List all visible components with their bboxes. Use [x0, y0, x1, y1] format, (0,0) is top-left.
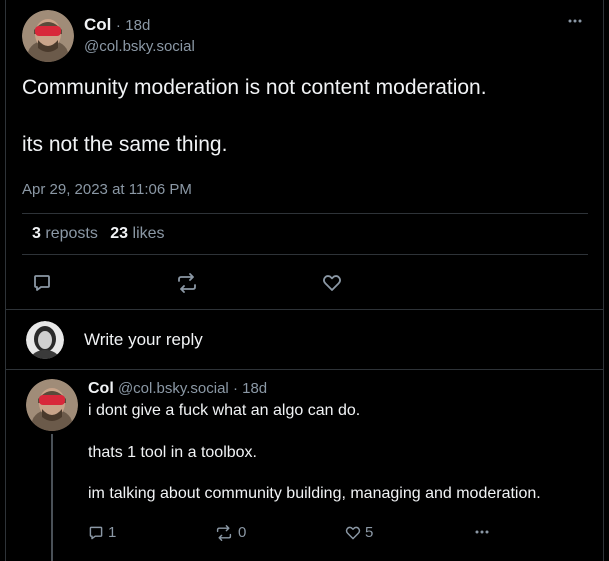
composer-divider-top — [6, 309, 603, 310]
post-header: Col · 18d — [84, 15, 150, 35]
reply-author-avatar[interactable] — [26, 379, 78, 431]
reposts-count: 3 — [32, 225, 41, 242]
post-timestamp: Apr 29, 2023 at 11:06 PM — [22, 181, 192, 198]
repost-icon[interactable] — [175, 273, 199, 293]
post-text-line-2: its not the same thing. — [22, 133, 228, 156]
post-age[interactable]: 18d — [125, 17, 150, 34]
reply-author-name[interactable]: Col — [88, 380, 114, 397]
reply-count: 1 — [108, 524, 117, 541]
reply-reply-button[interactable]: 1 — [88, 524, 116, 541]
repost-count: 0 — [238, 524, 247, 541]
like-count: 5 — [365, 524, 374, 541]
reply-text-line-3: im talking about community building, man… — [88, 485, 541, 502]
reply-icon — [88, 525, 104, 541]
more-icon[interactable] — [567, 16, 583, 26]
like-icon — [345, 525, 361, 541]
composer-divider-bottom — [6, 369, 603, 370]
repost-icon — [214, 524, 234, 541]
reposts-label: reposts — [45, 225, 98, 242]
likes-label: likes — [132, 225, 165, 242]
current-user-avatar — [26, 321, 64, 359]
header-separator: · — [115, 17, 121, 34]
post-stats: 3 reposts 23 likes — [32, 225, 165, 243]
author-handle[interactable]: @col.bsky.social — [84, 38, 195, 55]
reply-composer-input[interactable]: Write your reply — [84, 330, 203, 350]
author-name[interactable]: Col — [84, 15, 111, 34]
stats-divider-top — [22, 213, 588, 214]
reply-like-button[interactable]: 5 — [345, 524, 373, 541]
reply-author-handle[interactable]: @col.bsky.social — [118, 380, 229, 397]
reply-separator: · — [232, 380, 238, 397]
post-text-line-1: Community moderation is not content mode… — [22, 76, 487, 99]
thread-line — [51, 434, 53, 561]
reply-text-line-1: i dont give a fuck what an algo can do. — [88, 402, 361, 419]
reply-repost-button[interactable]: 0 — [214, 524, 246, 541]
stats-divider-bottom — [22, 254, 588, 255]
more-icon[interactable] — [474, 527, 490, 537]
reply-icon[interactable] — [32, 273, 52, 293]
likes-stat[interactable]: 23 likes — [110, 225, 164, 242]
reposts-stat[interactable]: 3 reposts — [32, 225, 102, 242]
like-icon[interactable] — [322, 273, 342, 293]
reply-age[interactable]: 18d — [242, 380, 267, 397]
likes-count: 23 — [110, 225, 129, 242]
author-avatar[interactable] — [22, 10, 74, 62]
reply-header: Col @col.bsky.social · 18d — [88, 380, 267, 398]
reply-text-line-2: thats 1 tool in a toolbox. — [88, 444, 257, 461]
